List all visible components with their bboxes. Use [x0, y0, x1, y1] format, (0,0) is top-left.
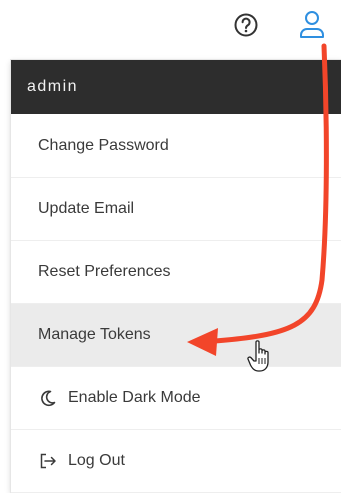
help-icon[interactable] [229, 8, 263, 42]
menu-item-label: Log Out [68, 452, 125, 469]
user-dropdown-menu: admin Change Password Update Email Reset… [11, 60, 341, 493]
menu-item-log-out[interactable]: Log Out [11, 430, 341, 493]
menu-item-manage-tokens[interactable]: Manage Tokens [11, 304, 341, 367]
menu-item-label: Enable Dark Mode [68, 389, 201, 406]
menu-item-label: Reset Preferences [38, 263, 171, 280]
menu-item-enable-dark-mode[interactable]: Enable Dark Mode [11, 367, 341, 430]
menu-username: admin [11, 60, 341, 114]
top-bar [0, 0, 341, 55]
menu-item-label: Change Password [38, 136, 169, 154]
menu-item-reset-preferences[interactable]: Reset Preferences [11, 241, 341, 304]
menu-item-label: Manage Tokens [38, 326, 151, 343]
moon-icon [38, 388, 58, 408]
menu-item-update-email[interactable]: Update Email [11, 178, 341, 241]
user-icon[interactable] [295, 7, 329, 41]
menu-item-label: Update Email [38, 200, 135, 217]
menu-item-change-password[interactable]: Change Password [11, 114, 341, 178]
logout-icon [38, 451, 58, 471]
